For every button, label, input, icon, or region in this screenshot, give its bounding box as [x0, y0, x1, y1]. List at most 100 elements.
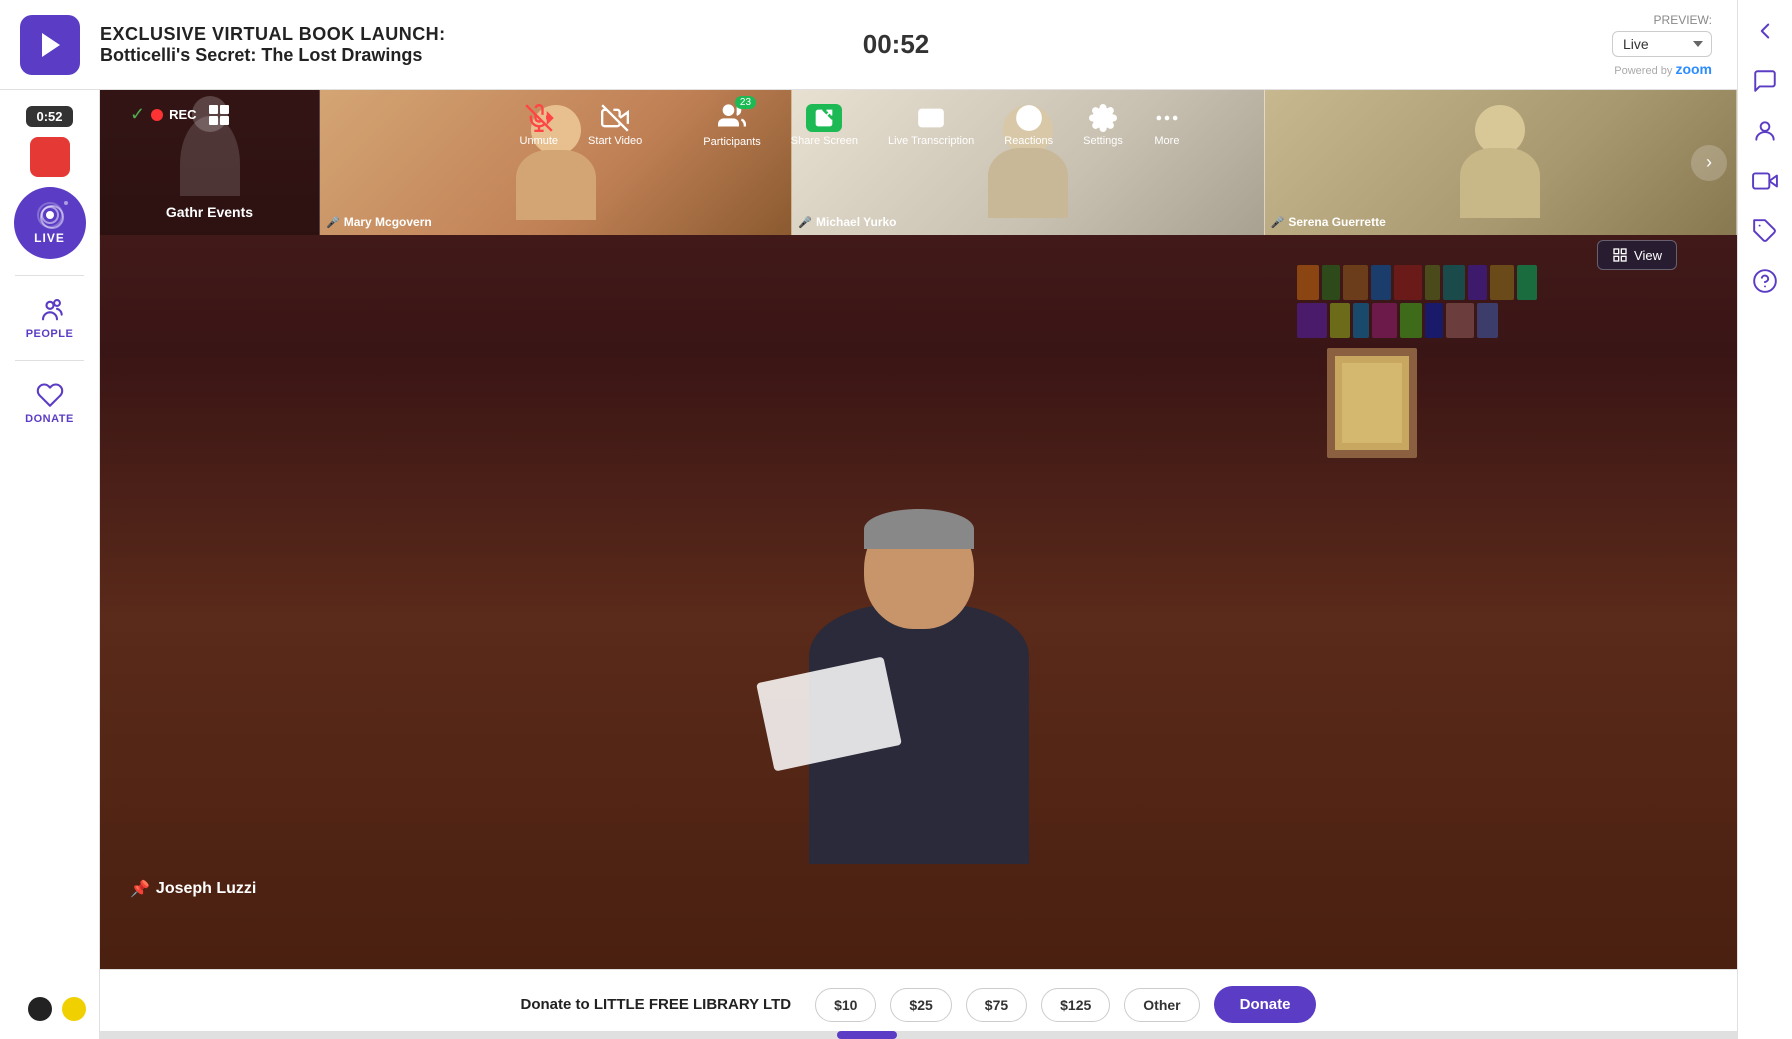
donate-bar-label: Donate to LITTLE FREE LIBRARY LTD	[521, 996, 792, 1013]
preview-section: PREVIEW: Live Preview Powered by zoom	[1612, 13, 1712, 77]
tag-icon	[1752, 218, 1778, 244]
framed-picture	[1327, 348, 1417, 458]
yellow-swatch[interactable]	[62, 997, 86, 1021]
reactions-icon	[1015, 104, 1043, 132]
share-screen-icon	[814, 108, 834, 128]
participant-name-2: 🎤 Michael Yurko	[798, 215, 896, 229]
donate-bar: Donate to LITTLE FREE LIBRARY LTD $10 $2…	[100, 969, 1737, 1039]
live-transcription-label: Live Transcription	[888, 135, 974, 147]
preview-select[interactable]: Live Preview	[1612, 31, 1712, 57]
bottom-scrollbar[interactable]	[100, 1031, 1737, 1039]
main-content: Gathr Events 🎤 Mary Mcgovern	[100, 90, 1737, 1039]
broadcast-button[interactable]	[1744, 160, 1786, 202]
live-button[interactable]: LIVE	[14, 187, 86, 259]
divider-1	[15, 275, 84, 276]
participant-name-3: 🎤 Serena Guerrette	[1271, 215, 1386, 229]
donate-label: DONATE	[25, 413, 74, 425]
participants-count: 23	[735, 96, 756, 109]
rec-text: REC	[169, 107, 196, 122]
next-thumbnail-button[interactable]: ›	[1691, 145, 1727, 181]
chat-icon	[1752, 68, 1778, 94]
donate-25-button[interactable]: $25	[890, 988, 951, 1022]
host-silhouette	[180, 116, 240, 196]
sidebar-donate-button[interactable]: DONATE	[0, 373, 99, 433]
cc-icon: CC	[917, 104, 945, 132]
verified-icon: ✓	[130, 104, 145, 125]
share-screen-button[interactable]: Share Screen	[791, 104, 858, 147]
help-icon	[1752, 268, 1778, 294]
participant-name-1: 🎤 Mary Mcgovern	[326, 215, 432, 229]
preview-label: PREVIEW:	[1654, 13, 1712, 27]
event-title-line1: EXCLUSIVE VIRTUAL BOOK LAUNCH:	[100, 24, 1612, 45]
main-speaker-area	[100, 235, 1737, 899]
mic-icon-1: 🎤	[326, 216, 340, 229]
pulse-icon	[36, 201, 64, 229]
speaker-name: Joseph Luzzi	[156, 880, 256, 898]
right-sidebar	[1737, 0, 1792, 1039]
donate-10-button[interactable]: $10	[815, 988, 876, 1022]
settings-button[interactable]: Settings	[1083, 104, 1123, 147]
more-button[interactable]: More	[1153, 104, 1181, 147]
people-label: PEOPLE	[26, 328, 74, 340]
video-container: Gathr Events 🎤 Mary Mcgovern	[100, 90, 1737, 969]
chevron-left-icon	[1752, 18, 1778, 44]
mic-icon-3: 🎤	[1271, 216, 1285, 229]
more-icon	[1153, 104, 1181, 132]
settings-label: Settings	[1083, 135, 1123, 147]
host-name: Gathr Events	[166, 204, 253, 220]
speaker-label: 📌 Joseph Luzzi	[130, 879, 256, 899]
live-label: LIVE	[34, 231, 65, 245]
event-title-line2: Botticelli's Secret: The Lost Drawings	[100, 45, 1612, 66]
bookshelf-area	[1297, 265, 1677, 525]
donate-submit-button[interactable]: Donate	[1214, 986, 1317, 1023]
profile-button[interactable]	[1744, 110, 1786, 152]
divider-2	[15, 360, 84, 361]
settings-icon	[1089, 104, 1117, 132]
zoom-powered: Powered by zoom	[1614, 61, 1712, 77]
help-button[interactable]	[1744, 260, 1786, 302]
speaker-figure	[744, 499, 1094, 899]
participant-thumbnail-3: 🎤 Serena Guerrette	[1265, 90, 1737, 235]
live-transcription-button[interactable]: CC Live Transcription	[888, 104, 974, 147]
unmute-chevron	[538, 104, 566, 132]
color-swatches	[28, 997, 86, 1021]
svg-text:CC: CC	[924, 113, 938, 123]
more-label: More	[1154, 135, 1179, 147]
broadcast-icon	[1752, 168, 1778, 194]
zoom-brand: zoom	[1675, 61, 1712, 77]
header-timer: 00:52	[863, 29, 930, 60]
header-title: EXCLUSIVE VIRTUAL BOOK LAUNCH: Botticell…	[100, 24, 1612, 66]
donate-other-button[interactable]: Other	[1124, 988, 1199, 1022]
share-screen-icon-bg	[806, 104, 842, 132]
mic-icon-2: 🎤	[798, 216, 812, 229]
donate-75-button[interactable]: $75	[966, 988, 1027, 1022]
unmute-label: Unmute	[520, 135, 559, 147]
stop-button[interactable]	[30, 137, 70, 177]
logo-icon	[32, 27, 68, 63]
logo	[20, 15, 80, 75]
grid-icon-small	[209, 105, 229, 125]
profile-icon	[1752, 118, 1778, 144]
speaker-mic-icon: 📌	[130, 879, 150, 899]
dark-swatch[interactable]	[28, 997, 52, 1021]
live-timer: 0:52	[26, 106, 72, 127]
back-button[interactable]	[1744, 10, 1786, 52]
unmute-button[interactable]: Unmute	[520, 104, 559, 147]
start-video-button[interactable]: Start Video	[588, 104, 642, 147]
sidebar-people-button[interactable]: PEOPLE	[0, 288, 99, 348]
start-video-label: Start Video	[588, 135, 642, 147]
reactions-label: Reactions	[1004, 135, 1053, 147]
rec-dot	[151, 109, 163, 121]
signal-icon	[36, 201, 64, 229]
video-off-icon	[601, 104, 629, 132]
chat-button[interactable]	[1744, 60, 1786, 102]
donate-125-button[interactable]: $125	[1041, 988, 1110, 1022]
rec-indicator: ✓ REC	[130, 104, 229, 125]
top-header: EXCLUSIVE VIRTUAL BOOK LAUNCH: Botticell…	[0, 0, 1792, 90]
reactions-button[interactable]: Reactions	[1004, 104, 1053, 147]
tag-button[interactable]	[1744, 210, 1786, 252]
left-sidebar: 0:52 LIVE PEOPLE DONATE	[0, 90, 100, 1039]
people-icon	[36, 296, 64, 324]
scrollbar-thumb[interactable]	[837, 1031, 897, 1039]
participants-button[interactable]: 23 Participants	[703, 102, 760, 148]
